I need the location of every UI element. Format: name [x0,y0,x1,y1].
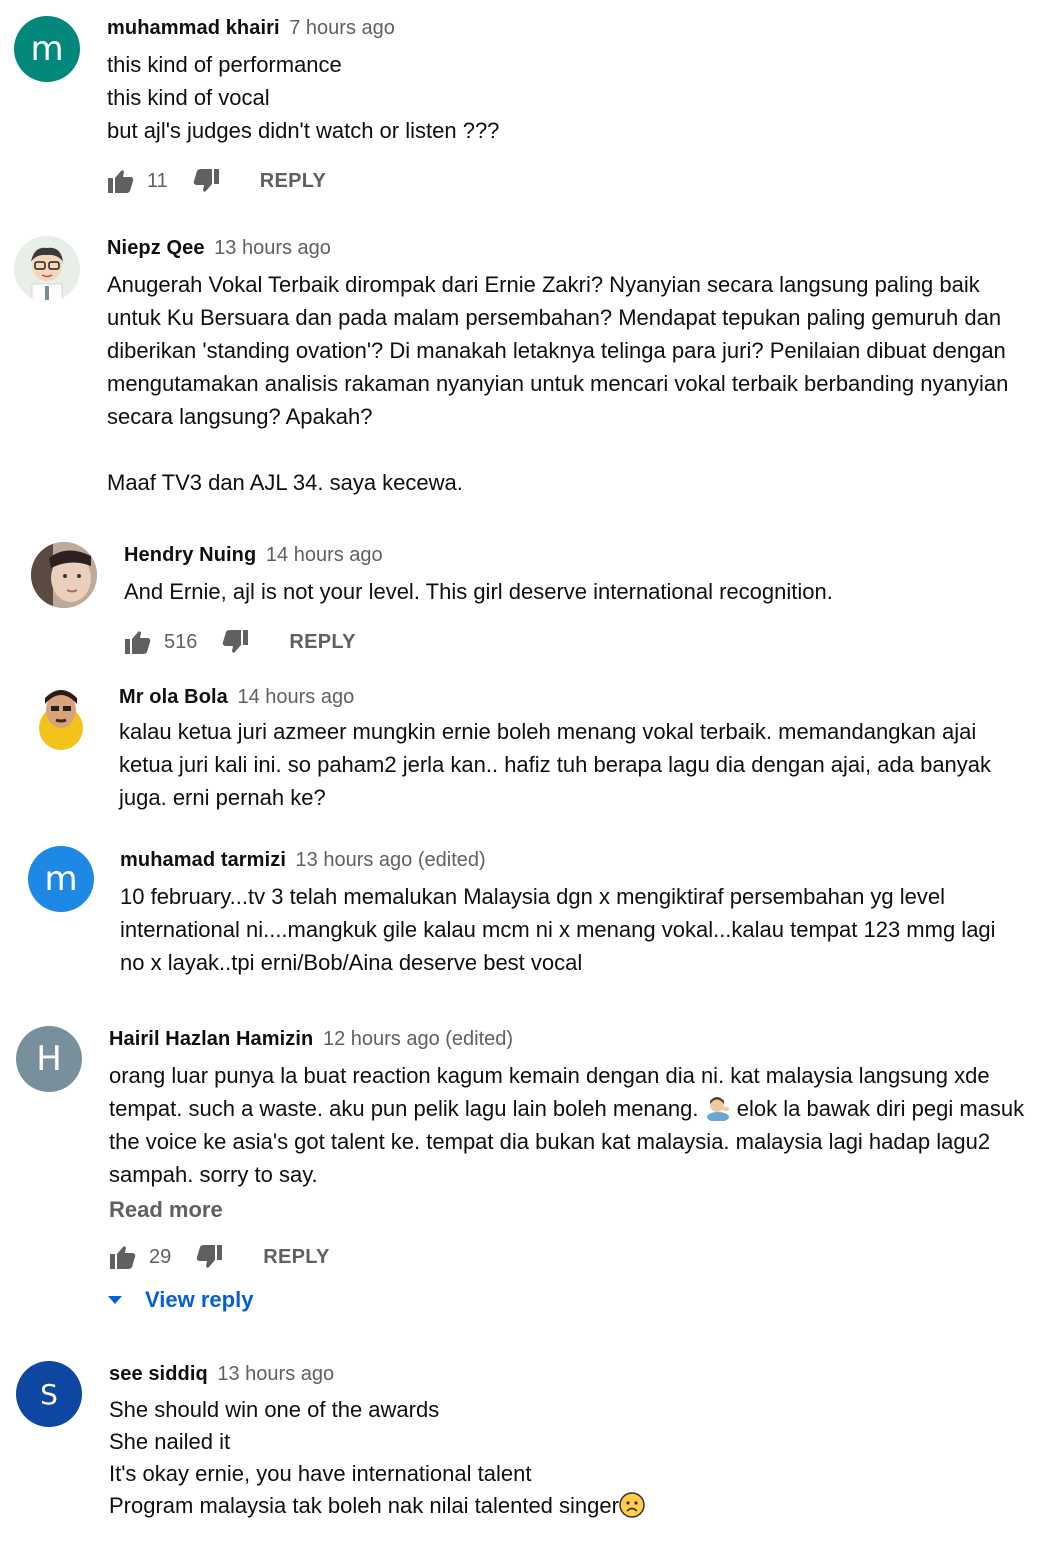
comment-text: 10 february...tv 3 telah memalukan Malay… [120,884,996,975]
avatar[interactable] [31,542,97,608]
caret-down-icon [107,1295,123,1305]
view-reply-button[interactable]: View reply [107,1287,1026,1313]
comment-author[interactable]: Niepz Qee [107,237,205,259]
comment-author[interactable]: Mr ola Bola [119,686,228,708]
like-icon[interactable] [124,628,152,656]
like-count: 11 [147,169,168,192]
comment-text: And Ernie, ajl is not your level. This g… [124,579,833,604]
dislike-icon[interactable] [221,628,249,656]
comment-timestamp[interactable]: 12 hours ago (edited) [323,1028,513,1050]
like-icon[interactable] [109,1243,137,1271]
comment-text: this kind of performance this kind of vo… [107,52,500,143]
reply-button[interactable]: REPLY [289,631,355,654]
comment-timestamp[interactable]: 13 hours ago [217,1363,334,1385]
avatar[interactable]: m [28,846,94,912]
comment-text: orang luar punya la buat reaction kagum … [109,1059,1026,1191]
comment-timestamp[interactable]: 13 hours ago (edited) [296,849,486,871]
comment-timestamp[interactable]: 7 hours ago [289,17,395,39]
comment-timestamp[interactable]: 14 hours ago [237,686,354,708]
dislike-icon[interactable] [195,1243,223,1271]
avatar-letter: m [44,859,78,899]
avatar[interactable]: m [14,16,80,82]
woman-tipping-hand-emoji-icon [705,1095,731,1122]
comment-timestamp[interactable]: 14 hours ago [266,544,383,566]
comment-timestamp[interactable]: 13 hours ago [214,237,331,259]
comment-text: Maaf TV3 dan AJL 34. saya kecewa. [107,470,463,495]
avatar[interactable]: H [16,1026,82,1092]
view-reply-label: View reply [145,1287,254,1312]
avatar[interactable] [14,236,80,302]
reply-button[interactable]: REPLY [263,1246,329,1269]
like-count: 516 [164,630,198,653]
reply-button[interactable]: REPLY [260,170,326,193]
avatar-letter: m [30,29,64,69]
like-count: 29 [149,1245,172,1268]
frowning-face-emoji-icon [619,1492,645,1518]
comment-text: kalau ketua juri azmeer mungkin ernie bo… [119,719,992,810]
avatar[interactable] [28,684,94,750]
comment-text: She should win one of the awards She nai… [109,1394,1026,1522]
avatar-letter: H [36,1039,62,1079]
comment-text-part: She should win one of the awards She nai… [109,1397,619,1518]
like-icon[interactable] [107,167,135,195]
dislike-icon[interactable] [192,167,220,195]
avatar-letter: S [40,1377,58,1411]
comment-author[interactable]: Hendry Nuing [124,544,256,566]
read-more-link[interactable]: Read more [109,1195,1026,1225]
avatar[interactable]: S [16,1361,82,1427]
comment-author[interactable]: Hairil Hazlan Hamizin [109,1028,313,1050]
comment-author[interactable]: muhamad tarmizi [120,849,286,871]
comment-text: Anugerah Vokal Terbaik dirompak dari Ern… [107,272,1009,429]
comment-author[interactable]: muhammad khairi [107,17,280,39]
comment-author[interactable]: see siddiq [109,1363,208,1385]
